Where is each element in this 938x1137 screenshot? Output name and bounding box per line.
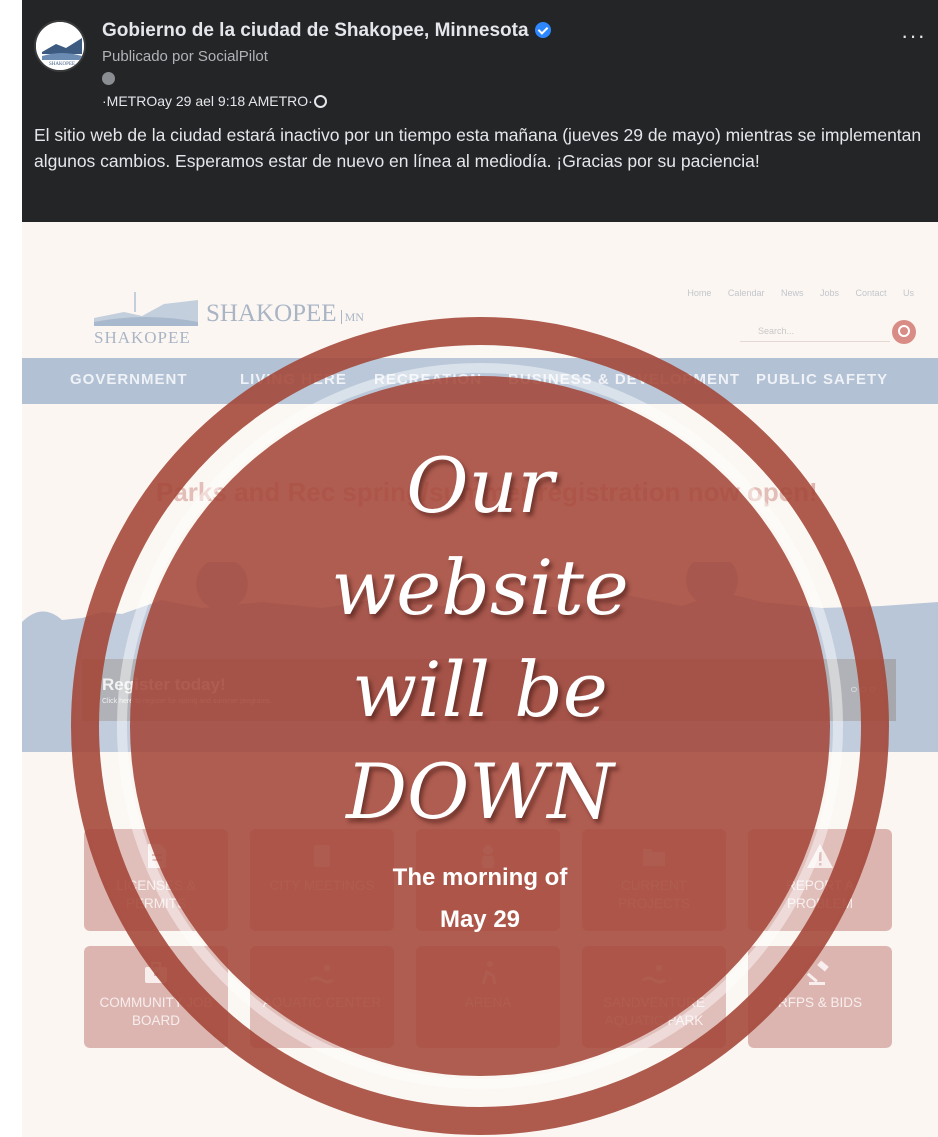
swimmer-icon <box>642 965 666 984</box>
overlay-line-date: May 29 <box>439 906 521 933</box>
tile-label: RFPS & BIDS <box>777 995 863 1010</box>
more-options-button[interactable]: ··· <box>901 25 926 47</box>
tile-sandventure: SANDVENTURE AQUATIC PARK <box>582 946 726 1048</box>
logo-word: SHAKOPEE <box>94 328 191 347</box>
nav-business: BUSINESS & DEVELOPMENT <box>508 371 741 388</box>
tile-arena: ARENA <box>416 946 560 1048</box>
shakopee-river-logo-icon <box>94 292 198 326</box>
gavel-icon <box>806 960 829 985</box>
nav-recreation: RECREATION <box>374 371 483 388</box>
tile-aquatic-center: AQUATIC CENTER <box>250 946 394 1048</box>
overlay-line-website: website <box>331 543 629 632</box>
skater-icon <box>481 961 497 985</box>
page-avatar[interactable]: SHAKOPEE <box>34 20 86 72</box>
post-timestamp[interactable]: ·METROay 29 ael 9:18 AMETRO· <box>102 93 327 109</box>
published-by: Publicado por SocialPilot <box>102 48 268 65</box>
nav-public-safety: PUBLIC SAFETY <box>756 371 889 388</box>
post-text: El sitio web de la ciudad estará inactiv… <box>34 125 922 171</box>
logo-big-text: SHAKOPEE <box>206 300 337 327</box>
logo-big: SHAKOPEE MN <box>206 300 364 328</box>
svg-text:SHAKOPEE: SHAKOPEE <box>49 62 75 67</box>
tile-label: ARENA <box>464 995 512 1010</box>
briefcase-icon <box>145 962 167 983</box>
post-header: SHAKOPEE Gobierno de la ciudad de Shakop… <box>22 0 938 222</box>
website-logo: SHAKOPEE SHAKOPEE MN <box>94 292 414 352</box>
post-image[interactable]: SHAKOPEE SHAKOPEE MN Home Calendar News J… <box>22 222 938 1137</box>
tile-label: SANDVENTURE AQUATIC PARK <box>602 995 705 1028</box>
website-nav: GOVERNMENT LIVING HERE RECREATION BUSINE… <box>22 358 938 404</box>
overlay-line-down: DOWN <box>346 747 614 836</box>
tile-label: COMMUNITY JOB BOARD <box>99 995 213 1028</box>
website-search-icon <box>892 320 916 344</box>
swimmer-icon <box>310 965 334 984</box>
nav-living-here: LIVING HERE <box>240 371 347 388</box>
timestamp-text[interactable]: ·METROay 29 ael 9:18 AMETRO· <box>102 93 313 109</box>
globe-icon <box>313 95 327 108</box>
privacy-dot-icon <box>102 72 115 85</box>
website-search-field: Search... <box>740 320 890 342</box>
overlay-line-our: Our <box>406 441 554 530</box>
shakopee-logo-icon: SHAKOPEE <box>36 22 84 70</box>
overlay-line-morning: The morning of <box>392 864 568 891</box>
page-name[interactable]: Gobierno de la ciudad de Shakopee, Minne… <box>102 20 551 42</box>
tile-community-job-board: COMMUNITY JOB BOARD <box>84 946 228 1048</box>
logo-mn: MN <box>340 310 364 324</box>
page-name-text[interactable]: Gobierno de la ciudad de Shakopee, Minne… <box>102 20 529 41</box>
nav-government: GOVERNMENT <box>70 371 188 388</box>
facebook-post: SHAKOPEE Gobierno de la ciudad de Shakop… <box>22 0 938 1137</box>
tile-label: AQUATIC CENTER <box>262 995 382 1010</box>
verified-badge-icon <box>534 22 551 38</box>
overlay-line-will-be: will be <box>352 645 608 734</box>
tile-rfps-bids: RFPS & BIDS <box>748 946 892 1048</box>
website-top-links: Home Calendar News Jobs Contact Us <box>687 288 914 298</box>
